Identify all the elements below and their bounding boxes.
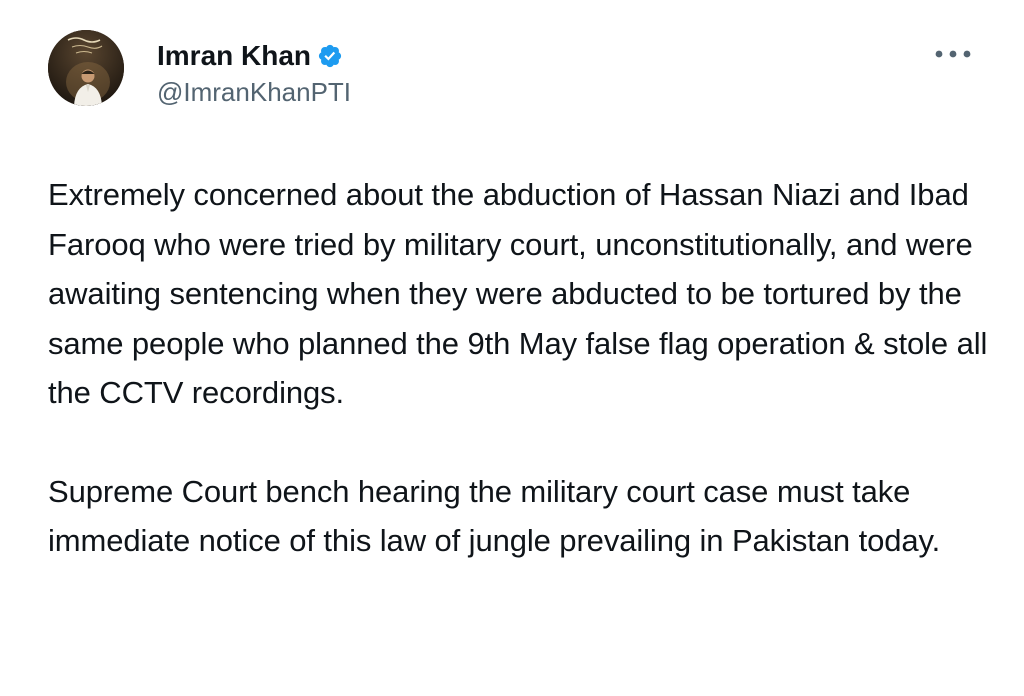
tweet-text: Extremely concerned about the abduction … — [48, 170, 988, 566]
author-name-row: Imran Khan — [157, 38, 343, 74]
author-display-name[interactable]: Imran Khan — [157, 40, 311, 72]
avatar-image — [48, 30, 124, 106]
verified-badge-icon — [317, 43, 343, 69]
tweet-paragraph-1: Extremely concerned about the abduction … — [48, 177, 988, 410]
author-avatar[interactable] — [48, 30, 124, 106]
more-options-button[interactable] — [924, 36, 982, 72]
more-options-icon — [935, 50, 971, 58]
author-handle[interactable]: @ImranKhanPTI — [157, 76, 351, 108]
tweet-paragraph-2: Supreme Court bench hearing the military… — [48, 473, 941, 559]
tweet-card: Imran Khan @ImranKhanPTI Extremely conce… — [0, 0, 1024, 696]
